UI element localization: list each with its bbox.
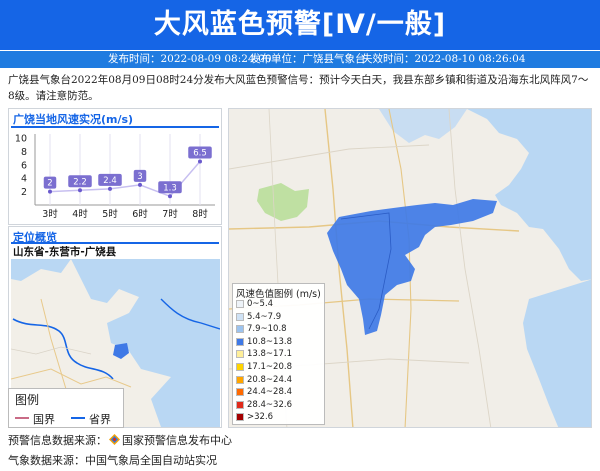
legend-item-national: 国界 (15, 411, 55, 427)
color-legend-label: 13.8~17.1 (247, 349, 292, 360)
expire-time: 失效时间：2022-08-10 08:26:04 (362, 53, 526, 65)
color-legend-label: >32.6 (247, 412, 274, 423)
data-label: 2.2 (73, 177, 87, 187)
y-tick-label: 10 (15, 134, 27, 145)
weather-source-label: 气象数据来源： (8, 454, 85, 467)
color-swatch (236, 300, 244, 308)
data-label: 6.5 (193, 148, 207, 158)
issue-time: 发布时间：2022-08-09 08:24:00 (108, 53, 272, 65)
data-label: 1.3 (163, 183, 177, 193)
info-bar: 发布时间：2022-08-09 08:24:00 发布单位：广饶县气象台 失效时… (0, 51, 600, 68)
data-point (48, 189, 52, 194)
location-region: 山东省-东营市-广饶县 (13, 246, 117, 258)
warning-description: 广饶县气象台2022年08月09日08时24分发布大风蓝色预警信号：预计今天白天… (8, 74, 589, 102)
legend-item-province: 省界 (71, 411, 111, 427)
data-point (198, 159, 202, 164)
color-legend-label: 0~5.4 (247, 299, 274, 309)
color-swatch (236, 388, 244, 397)
legend-title: 图例 (15, 393, 40, 407)
x-tick-label: 6时 (132, 208, 148, 220)
legend-label: 国界 (33, 413, 55, 426)
y-tick-label: 6 (21, 160, 27, 171)
color-swatch (236, 400, 244, 409)
y-tick-label: 8 (21, 147, 27, 158)
color-swatch (236, 375, 244, 384)
wind-panel-title: 广饶当地风速实况(m/s) (13, 113, 134, 126)
data-label: 3 (137, 172, 142, 182)
legend-label: 省界 (89, 413, 111, 426)
warning-title: 大风蓝色预警[Ⅳ/一般] (153, 9, 447, 40)
wind-speed-panel: 广饶当地风速实况(m/s) 2 4 6 8 10 3时 4时 5时 6时 7时 8时 2 2.2 2.4 3… (8, 108, 222, 225)
color-swatch (236, 350, 244, 359)
color-swatch (236, 337, 244, 346)
warning-source-label: 预警信息数据来源： (8, 434, 107, 447)
data-label: 2.4 (103, 176, 117, 186)
color-legend-label: 28.4~32.6 (247, 399, 292, 410)
x-tick-label: 7时 (162, 208, 178, 220)
y-tick-label: 2 (21, 187, 27, 198)
color-swatch (236, 363, 244, 371)
province-border-swatch (71, 417, 85, 419)
color-legend-label: 7.9~10.8 (247, 324, 287, 335)
data-label: 2 (47, 179, 52, 189)
warning-center-logo-icon (109, 434, 120, 445)
color-legend-label: 20.8~24.4 (247, 374, 292, 385)
data-point (108, 186, 112, 191)
data-point (168, 194, 172, 199)
color-swatch (236, 413, 244, 422)
overview-legend: 图例 国界 省界 (8, 388, 124, 428)
warning-source-name[interactable]: 国家预警信息发布中心 (122, 434, 232, 447)
color-legend-label: 5.4~7.9 (247, 311, 282, 322)
data-point (138, 182, 142, 187)
warning-source: 预警信息数据来源： 国家预警信息发布中心 (8, 432, 232, 448)
color-legend-label: 17.1~20.8 (247, 362, 292, 372)
color-swatch (236, 312, 244, 321)
x-tick-label: 3时 (42, 208, 58, 220)
wind-speed-chart: 2 4 6 8 10 3时 4时 5时 6时 7时 8时 2 2.2 2.4 3 1.3 6.5 (15, 134, 215, 220)
wind-color-legend: 风速色值图例 (m/s) 0~5.4 5.4~7.9 7.9~10.8 10.8~13… (232, 283, 325, 425)
weather-source: 气象数据来源：中国气象局全国自动站实况 (8, 452, 217, 468)
issuer: 发布单位：广饶县气象台 (250, 53, 366, 65)
color-legend-label: 24.4~28.4 (247, 387, 292, 398)
x-tick-label: 8时 (192, 208, 208, 220)
color-swatch (236, 325, 244, 334)
color-legend-label: 10.8~13.8 (247, 336, 292, 347)
x-tick-label: 5时 (102, 208, 118, 220)
y-tick-label: 4 (21, 174, 27, 185)
color-legend-title: 风速色值图例 (m/s) (236, 289, 321, 300)
national-border-swatch (15, 417, 29, 419)
data-point (78, 188, 82, 193)
weather-source-name[interactable]: 中国气象局全国自动站实况 (85, 454, 217, 467)
x-tick-label: 4时 (72, 208, 88, 220)
